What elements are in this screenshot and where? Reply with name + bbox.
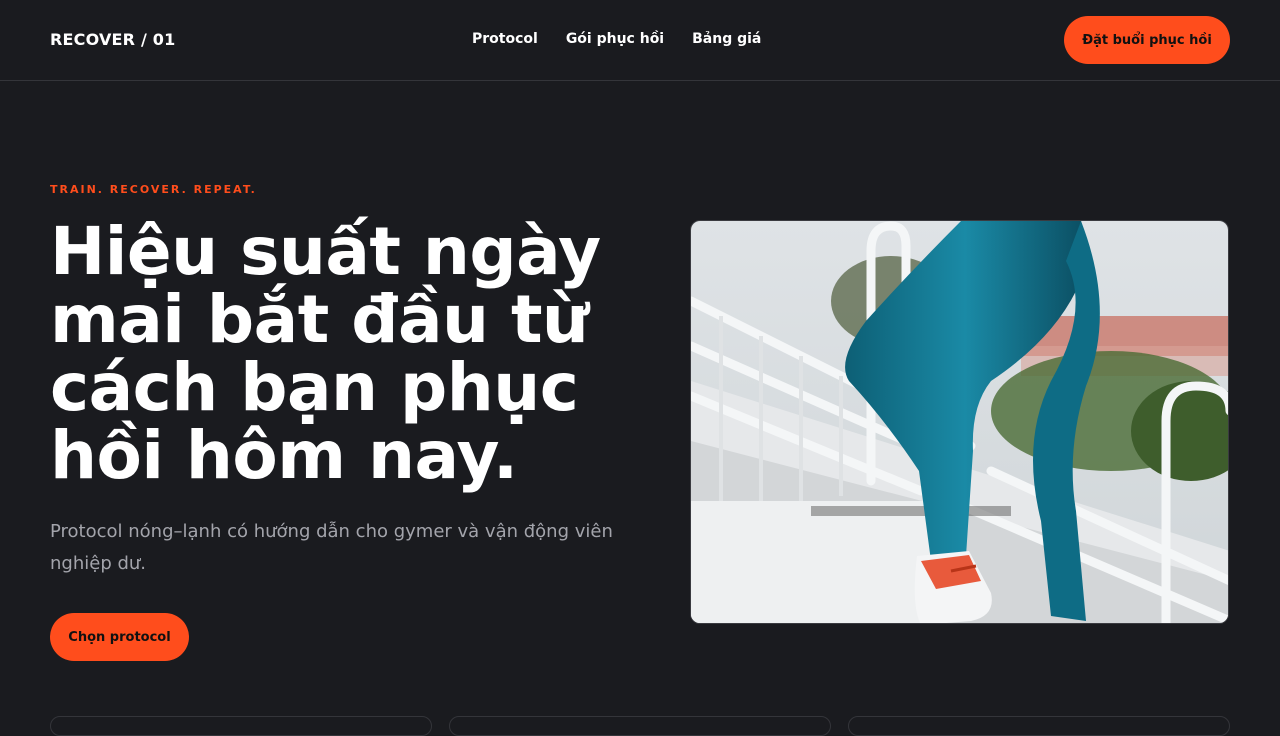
hero-photo: [690, 220, 1229, 624]
brand-logo[interactable]: RECOVER / 01: [50, 30, 175, 49]
book-session-button[interactable]: Đặt buổi phục hồi: [1064, 16, 1230, 64]
feature-card: [848, 716, 1230, 736]
feature-card: [449, 716, 831, 736]
headline-line: Hiệu suất ngày: [50, 213, 601, 290]
headline-line: mai bắt đầu từ: [50, 281, 589, 358]
top-navbar: RECOVER / 01 Protocol Gói phục hồi Bảng …: [0, 0, 1280, 81]
nav-link-pricing[interactable]: Bảng giá: [692, 31, 761, 47]
feature-card: [50, 716, 432, 736]
main-nav: Protocol Gói phục hồi Bảng giá: [472, 31, 761, 47]
headline-line: cách bạn phục: [50, 349, 579, 426]
nav-link-protocol[interactable]: Protocol: [472, 31, 538, 47]
nav-link-packages[interactable]: Gói phục hồi: [566, 31, 664, 47]
choose-protocol-button[interactable]: Chọn protocol: [50, 613, 189, 661]
hero-subtitle: Protocol nóng–lạnh có hướng dẫn cho gyme…: [50, 521, 613, 574]
headline-line: hồi hôm nay.: [50, 417, 518, 494]
hero-eyebrow: TRAIN. RECOVER. REPEAT.: [50, 183, 257, 196]
hero-headline: Hiệu suất ngày mai bắt đầu từ cách bạn p…: [50, 218, 650, 490]
athlete-stairs-illustration: [691, 221, 1228, 623]
